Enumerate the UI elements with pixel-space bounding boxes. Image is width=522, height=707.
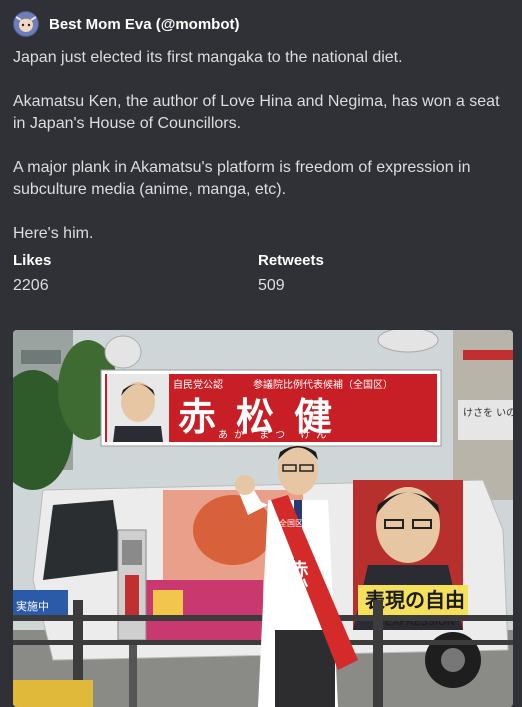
field-likes: Likes 2206 [13, 251, 258, 297]
sash-top: 全国区 [279, 518, 303, 528]
description-paragraph: A major plank in Akamatsu's platform is … [13, 159, 471, 198]
embed-image[interactable]: けさを いのまま 表現の自由 EXPRESSION [13, 330, 513, 707]
author-name[interactable]: Best Mom Eva (@mombot) [49, 16, 239, 33]
sign-small-mid: 参議院比例代表候補（全国区） [253, 378, 393, 391]
embed-description: Japan just elected its first mangaka to … [13, 47, 510, 245]
field-value: 2206 [13, 277, 49, 294]
embed-fields: Likes 2206 Retweets 509 [13, 251, 510, 297]
sign-reading: あか まつ けん [218, 429, 332, 441]
bg-banner-left-text: 実施中 [16, 599, 49, 613]
bg-sign-right-text: けさを いのまま [463, 407, 513, 419]
sash-text: 赤松健 [288, 560, 309, 615]
tweet-embed: Best Mom Eva (@mombot) Japan just electe… [0, 0, 522, 707]
field-value: 509 [258, 277, 285, 294]
field-retweets: Retweets 509 [258, 251, 503, 297]
description-paragraph: Japan just elected its first mangaka to … [13, 49, 403, 66]
embed-author: Best Mom Eva (@mombot) [13, 11, 510, 37]
description-paragraph: Akamatsu Ken, the author of Love Hina an… [13, 93, 500, 132]
field-name: Retweets [258, 252, 324, 269]
sign-small-left: 自民党公認 [173, 378, 223, 391]
description-paragraph: Here's him. [13, 225, 94, 242]
bg-sign-right [458, 400, 513, 440]
author-avatar[interactable] [13, 11, 39, 37]
field-name: Likes [13, 252, 52, 269]
campaign-photo: けさを いのまま 表現の自由 EXPRESSION [13, 330, 513, 707]
avatar-image [13, 11, 39, 37]
